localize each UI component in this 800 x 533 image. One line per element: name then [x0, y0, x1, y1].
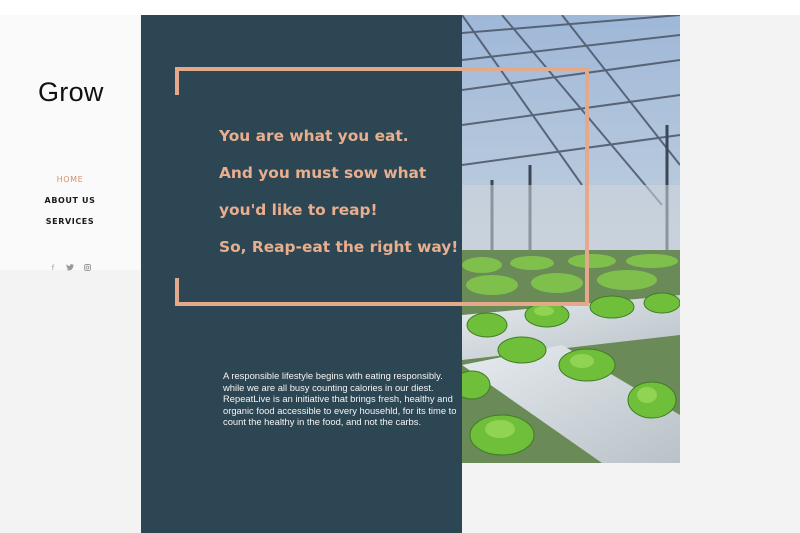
instagram-icon[interactable]: [83, 264, 91, 273]
nav-item-home[interactable]: HOME: [0, 173, 140, 194]
site-logo[interactable]: Grow: [38, 77, 104, 108]
quote-line: You are what you eat.: [219, 127, 409, 145]
nav-item-services[interactable]: SERVICES: [0, 215, 140, 236]
social-links: f: [49, 264, 91, 273]
quote-line: So, Reap-eat the right way!: [219, 238, 459, 256]
quote-frame-left-bottom: [175, 278, 179, 306]
quote-frame-left-top: [175, 67, 179, 95]
hero-quote: You are what you eat. And you must sow w…: [219, 118, 458, 266]
hero-description: A responsible lifestyle begins with eati…: [223, 370, 457, 428]
right-background: [680, 15, 800, 533]
facebook-icon[interactable]: f: [49, 264, 57, 273]
quote-line: you'd like to reap!: [219, 201, 378, 219]
sidebar: Grow HOME ABOUT US SERVICES f: [0, 15, 140, 273]
quote-line: And you must sow what: [219, 164, 427, 182]
twitter-icon[interactable]: [66, 264, 74, 273]
main-nav: HOME ABOUT US SERVICES: [0, 173, 140, 236]
nav-item-about-us[interactable]: ABOUT US: [0, 194, 140, 215]
